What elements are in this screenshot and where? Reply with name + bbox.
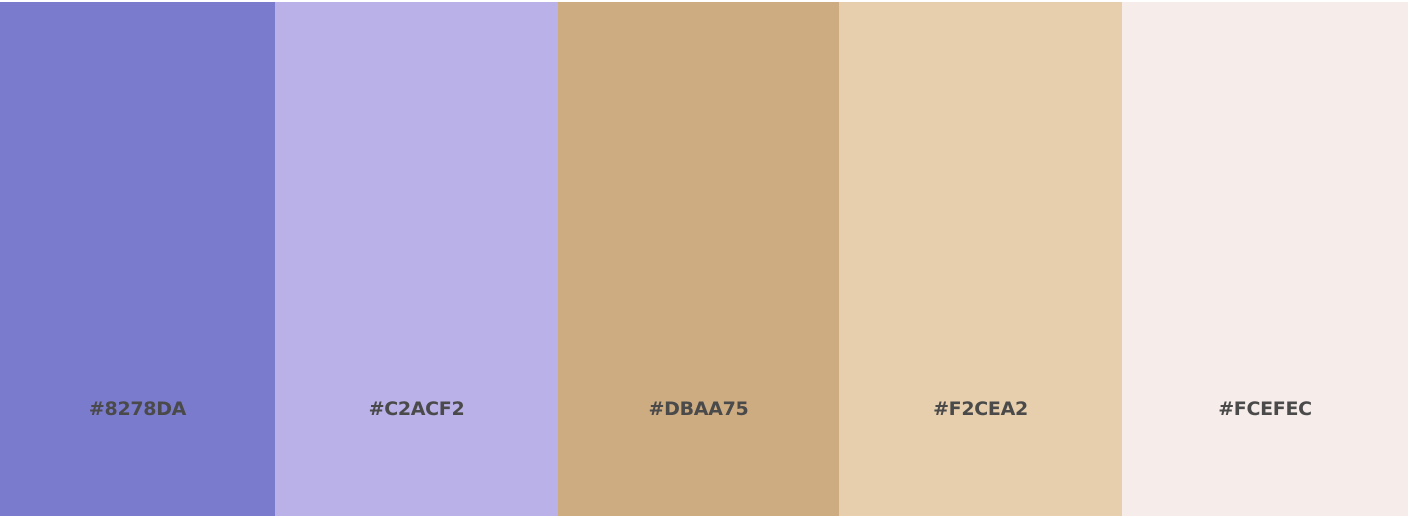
swatch-hex-label: #DBAA75 — [648, 398, 749, 420]
color-swatch-1[interactable]: #8278DA — [0, 2, 275, 516]
color-swatch-2[interactable]: #C2ACF2 — [275, 2, 558, 516]
swatch-hex-label: #8278DA — [88, 398, 187, 420]
swatch-hex-label: #C2ACF2 — [368, 398, 465, 420]
color-swatch-5[interactable]: #FCEFEC — [1122, 2, 1408, 516]
color-swatch-4[interactable]: #F2CEA2 — [839, 2, 1122, 516]
color-swatch-3[interactable]: #DBAA75 — [558, 2, 839, 516]
swatch-hex-label: #F2CEA2 — [933, 398, 1028, 420]
swatch-hex-label: #FCEFEC — [1218, 398, 1312, 420]
color-palette: #8278DA #C2ACF2 #DBAA75 #F2CEA2 #FCEFEC — [0, 2, 1408, 516]
